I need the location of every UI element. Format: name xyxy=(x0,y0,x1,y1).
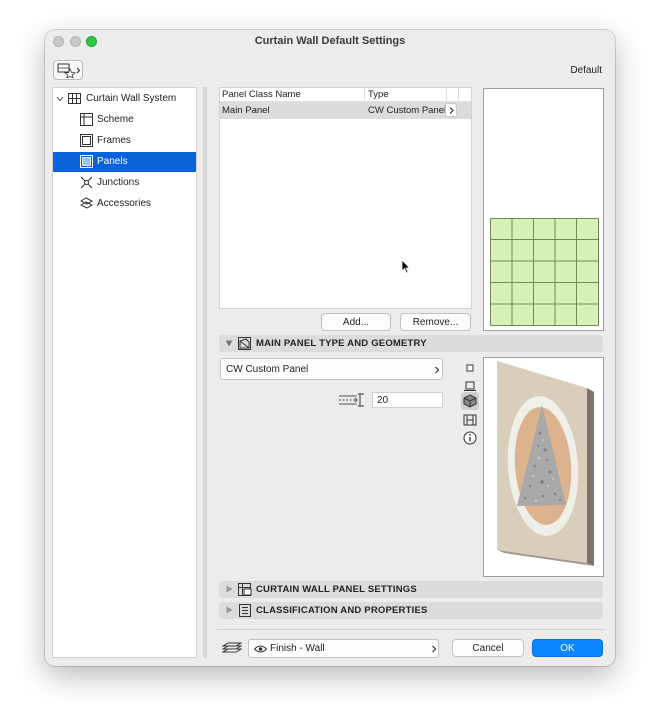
3d-view-button[interactable] xyxy=(461,392,479,410)
section-title: MAIN PANEL TYPE AND GEOMETRY xyxy=(256,338,427,349)
disclosure-right-icon xyxy=(226,606,233,614)
tree-item-label: Frames xyxy=(97,135,131,146)
thickness-input[interactable]: 20 xyxy=(372,392,443,408)
title-bar: Curtain Wall Default Settings xyxy=(45,30,615,52)
favorites-button[interactable] xyxy=(53,60,83,80)
section-main-panel-geometry[interactable]: MAIN PANEL TYPE AND GEOMETRY xyxy=(219,335,603,352)
column-header-name[interactable]: Panel Class Name xyxy=(222,89,301,100)
type-chooser-button[interactable] xyxy=(445,103,457,117)
pane-splitter[interactable] xyxy=(203,87,207,658)
panel-type-selector[interactable]: CW Custom Panel xyxy=(220,358,443,380)
panel-type-value: CW Custom Panel xyxy=(368,105,447,116)
cancel-button-label: Cancel xyxy=(472,643,504,654)
floor-plan-view-icon[interactable] xyxy=(463,361,477,375)
chevron-down-icon[interactable] xyxy=(56,96,64,102)
footer-divider xyxy=(217,629,605,630)
tree-item-curtain-wall-system[interactable]: Curtain Wall System xyxy=(53,89,196,109)
add-button-label: Add... xyxy=(342,317,370,328)
frames-icon xyxy=(80,134,93,147)
curtain-wall-icon xyxy=(68,93,81,104)
section-curtain-wall-panel-settings[interactable]: CURTAIN WALL PANEL SETTINGS xyxy=(219,581,603,598)
remove-button-label: Remove... xyxy=(412,317,459,328)
scheme-icon xyxy=(80,113,93,126)
tree-item-label: Panels xyxy=(97,156,128,167)
chevron-right-icon xyxy=(432,645,437,653)
classification-icon xyxy=(239,604,251,617)
panel-grid-preview xyxy=(490,218,599,326)
cube-3d-icon xyxy=(463,394,477,408)
info-icon[interactable] xyxy=(463,431,477,445)
thickness-icon xyxy=(339,393,364,407)
panel-settings-icon xyxy=(238,583,252,596)
favorites-icon xyxy=(57,63,81,78)
tree-item-label: Scheme xyxy=(97,114,134,125)
window-title: Curtain Wall Default Settings xyxy=(254,35,406,47)
ok-button-label: OK xyxy=(560,643,575,654)
section-title: CLASSIFICATION AND PROPERTIES xyxy=(256,605,428,616)
tree-item-junctions[interactable]: Junctions xyxy=(53,173,196,193)
tree-item-scheme[interactable]: Scheme xyxy=(53,110,196,130)
settings-tree: Curtain Wall System Scheme Frames Panels xyxy=(52,87,197,658)
eye-icon xyxy=(254,645,267,653)
layer-value: Finish - Wall xyxy=(270,643,325,654)
section-view-icon[interactable] xyxy=(463,413,477,427)
add-button[interactable]: Add... xyxy=(321,313,391,331)
custom-panel-render xyxy=(497,361,594,566)
layer-icon xyxy=(222,642,242,653)
panel-class-name: Main Panel xyxy=(222,105,270,116)
remove-button[interactable]: Remove... xyxy=(400,313,471,331)
ok-button[interactable]: OK xyxy=(532,639,603,657)
section-title: CURTAIN WALL PANEL SETTINGS xyxy=(256,584,417,595)
disclosure-right-icon xyxy=(226,585,233,593)
cancel-button[interactable]: Cancel xyxy=(452,639,524,657)
tree-item-panels[interactable]: Panels xyxy=(53,152,196,172)
cursor-arrow-icon xyxy=(401,259,411,274)
tree-item-label: Junctions xyxy=(97,177,140,188)
table-row[interactable]: Main Panel CW Custom Panel xyxy=(220,102,471,119)
panel-class-table: Panel Class Name Type Main Panel CW Cust… xyxy=(219,87,472,309)
tree-item-accessories[interactable]: Accessories xyxy=(53,194,196,214)
junctions-icon xyxy=(80,176,93,189)
disclosure-down-icon xyxy=(225,340,233,347)
panel-3d-preview xyxy=(483,357,604,577)
panel-geometry-icon xyxy=(238,337,251,350)
panels-icon xyxy=(80,155,93,168)
chevron-right-icon xyxy=(435,366,440,374)
layer-selector[interactable]: Finish - Wall xyxy=(248,639,439,658)
scheme-preview xyxy=(483,88,604,331)
dialog-window: Curtain Wall Default Settings Default Cu… xyxy=(45,30,615,666)
elevation-view-icon[interactable] xyxy=(463,379,477,393)
thickness-value: 20 xyxy=(377,395,389,406)
default-label: Default xyxy=(570,65,602,76)
accessories-icon xyxy=(80,197,93,209)
panel-type-selector-value: CW Custom Panel xyxy=(226,364,309,375)
chevron-right-icon xyxy=(449,107,454,114)
tree-item-frames[interactable]: Frames xyxy=(53,131,196,151)
section-classification-properties[interactable]: CLASSIFICATION AND PROPERTIES xyxy=(219,602,603,619)
tree-item-label: Accessories xyxy=(97,198,151,209)
tree-root-label: Curtain Wall System xyxy=(86,93,177,104)
table-header: Panel Class Name Type xyxy=(220,88,471,102)
column-header-type[interactable]: Type xyxy=(368,89,389,100)
